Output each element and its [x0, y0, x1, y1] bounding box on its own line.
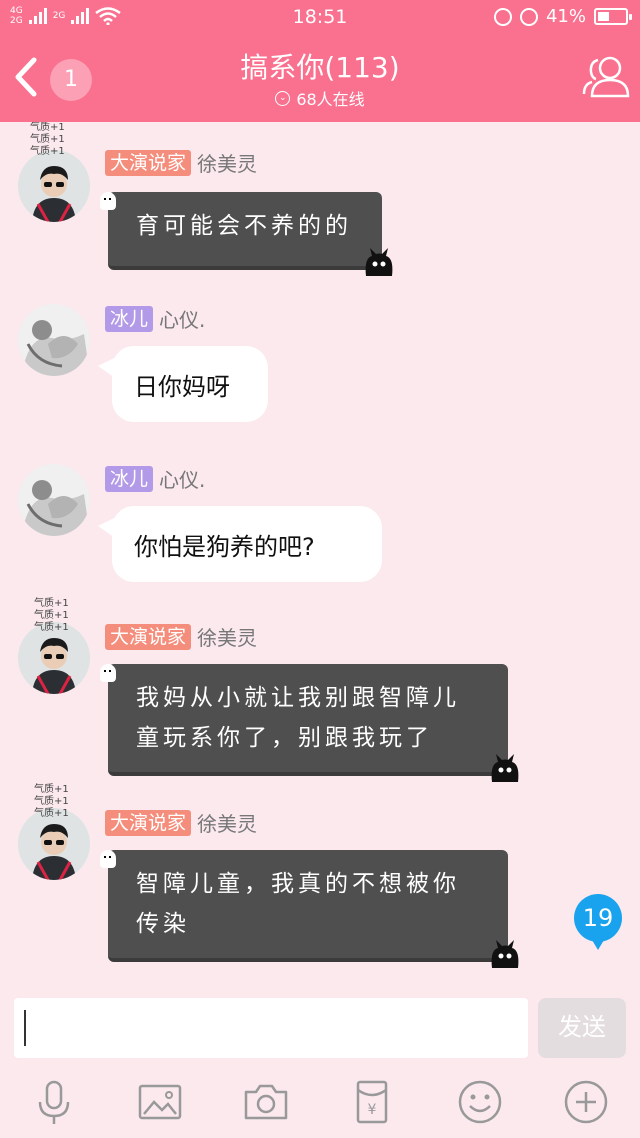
- message-bubble[interactable]: 我妈从小就让我别跟智障儿 童玩系你了，别跟我玩了: [100, 664, 519, 782]
- avatar-tag: 气质+1: [30, 146, 65, 157]
- ghost-sticker-icon: [100, 664, 116, 682]
- black-cat-sticker-icon: [365, 248, 393, 276]
- rotation-lock-icon: [493, 7, 512, 26]
- black-cat-sticker-icon: [491, 754, 519, 782]
- voice-button[interactable]: [30, 1078, 78, 1126]
- alarm-icon: [519, 7, 538, 26]
- online-status[interactable]: ⌄ 68人在线: [0, 86, 640, 110]
- member-title-badge: 冰儿: [105, 465, 154, 492]
- emoji-icon: [458, 1080, 502, 1124]
- sender-name[interactable]: 徐美灵: [197, 808, 257, 837]
- avatar-image: [18, 464, 90, 536]
- message-bubble[interactable]: 你怕是狗养的吧?: [98, 506, 382, 582]
- message-text-line: 童玩系你了，别跟我玩了: [136, 725, 433, 751]
- chevron-down-icon: ⌄: [275, 90, 291, 106]
- microphone-icon: [38, 1080, 70, 1124]
- text-caret: [24, 1010, 26, 1046]
- member-title-badge: 大演说家: [105, 149, 192, 176]
- message-text: 你怕是狗养的吧?: [134, 532, 315, 561]
- sender-name[interactable]: 徐美灵: [197, 622, 257, 651]
- sender-name[interactable]: 徐美灵: [197, 148, 257, 177]
- battery-percent: 41%: [545, 6, 586, 27]
- sender-line: 大演说家 徐美灵: [105, 622, 257, 651]
- avatar-tag: 气质+1: [34, 784, 69, 795]
- avatar-tags: 气质+1 气质+1 气质+1: [30, 122, 65, 158]
- message-text-line: 我妈从小就让我别跟智障儿: [136, 685, 460, 711]
- avatar-tag: 气质+1: [34, 622, 69, 633]
- message-input[interactable]: [14, 998, 528, 1058]
- member-title-badge: 冰儿: [105, 305, 154, 332]
- image-icon: [138, 1084, 182, 1120]
- emoji-button[interactable]: [456, 1078, 504, 1126]
- avatar-tags: 气质+1 气质+1 气质+1: [34, 598, 69, 634]
- avatar[interactable]: [18, 464, 90, 536]
- group-members-button[interactable]: [580, 48, 632, 104]
- sender-line: 大演说家 徐美灵: [105, 148, 257, 177]
- svg-text:¥: ¥: [368, 1102, 377, 1118]
- group-title: 搞系你(113): [240, 51, 400, 84]
- sender-line: 冰儿 心仪.: [105, 304, 205, 333]
- avatar-image: [18, 304, 90, 376]
- message-text: 育可能会不养的的: [136, 213, 352, 239]
- message-text: 日你妈呀: [134, 372, 230, 401]
- sender-line: 冰儿 心仪.: [105, 464, 205, 493]
- status-bar: 4G 2G 2G 18:51 41%: [0, 0, 640, 34]
- ghost-sticker-icon: [100, 850, 116, 868]
- camera-button[interactable]: [242, 1078, 290, 1126]
- red-packet-button[interactable]: ¥: [348, 1078, 396, 1126]
- avatar[interactable]: [18, 150, 90, 222]
- chat-header: 1 搞系你(113) ⌄ 68人在线: [0, 34, 640, 122]
- status-right: 41%: [493, 6, 632, 27]
- message-text-line: 智障儿童，我真的不想被你: [136, 871, 460, 897]
- message-text-line: 传染: [136, 911, 190, 937]
- avatar[interactable]: [18, 304, 90, 376]
- composer: 发送: [0, 992, 640, 1066]
- avatar-image: [18, 150, 90, 222]
- camera-icon: [244, 1084, 288, 1120]
- message-bubble[interactable]: 智障儿童，我真的不想被你 传染: [100, 850, 519, 968]
- message-bubble[interactable]: 育可能会不养的的: [100, 192, 393, 276]
- red-packet-icon: ¥: [356, 1080, 388, 1124]
- avatar-tag: 气质+1: [30, 134, 65, 145]
- ghost-sticker-icon: [100, 192, 116, 210]
- avatar-tags: 气质+1 气质+1 气质+1: [34, 784, 69, 820]
- black-cat-sticker-icon: [491, 940, 519, 968]
- sender-name[interactable]: 心仪.: [159, 304, 205, 333]
- avatar-tag: 气质+1: [34, 808, 69, 819]
- more-button[interactable]: [562, 1078, 610, 1126]
- send-button[interactable]: 发送: [538, 998, 626, 1058]
- avatar-tag: 气质+1: [34, 610, 69, 621]
- avatar-tag: 气质+1: [34, 598, 69, 609]
- new-messages-badge[interactable]: 19: [574, 894, 622, 950]
- battery-icon: [594, 8, 632, 25]
- sender-line: 大演说家 徐美灵: [105, 808, 257, 837]
- message-list[interactable]: 气质+1 气质+1 气质+1 大演说家 徐美灵 育可能会不养的的 冰儿 心仪. …: [0, 122, 640, 992]
- image-button[interactable]: [136, 1078, 184, 1126]
- message-bubble[interactable]: 日你妈呀: [98, 346, 268, 422]
- member-title-badge: 大演说家: [105, 809, 192, 836]
- input-toolbar: ¥: [0, 1066, 640, 1138]
- sender-name[interactable]: 心仪.: [159, 464, 205, 493]
- avatar-tag: 气质+1: [30, 122, 65, 133]
- plus-icon: [564, 1080, 608, 1124]
- group-members-icon: [582, 56, 630, 98]
- member-title-badge: 大演说家: [105, 623, 192, 650]
- online-count: 68人在线: [296, 90, 365, 109]
- avatar-tag: 气质+1: [34, 796, 69, 807]
